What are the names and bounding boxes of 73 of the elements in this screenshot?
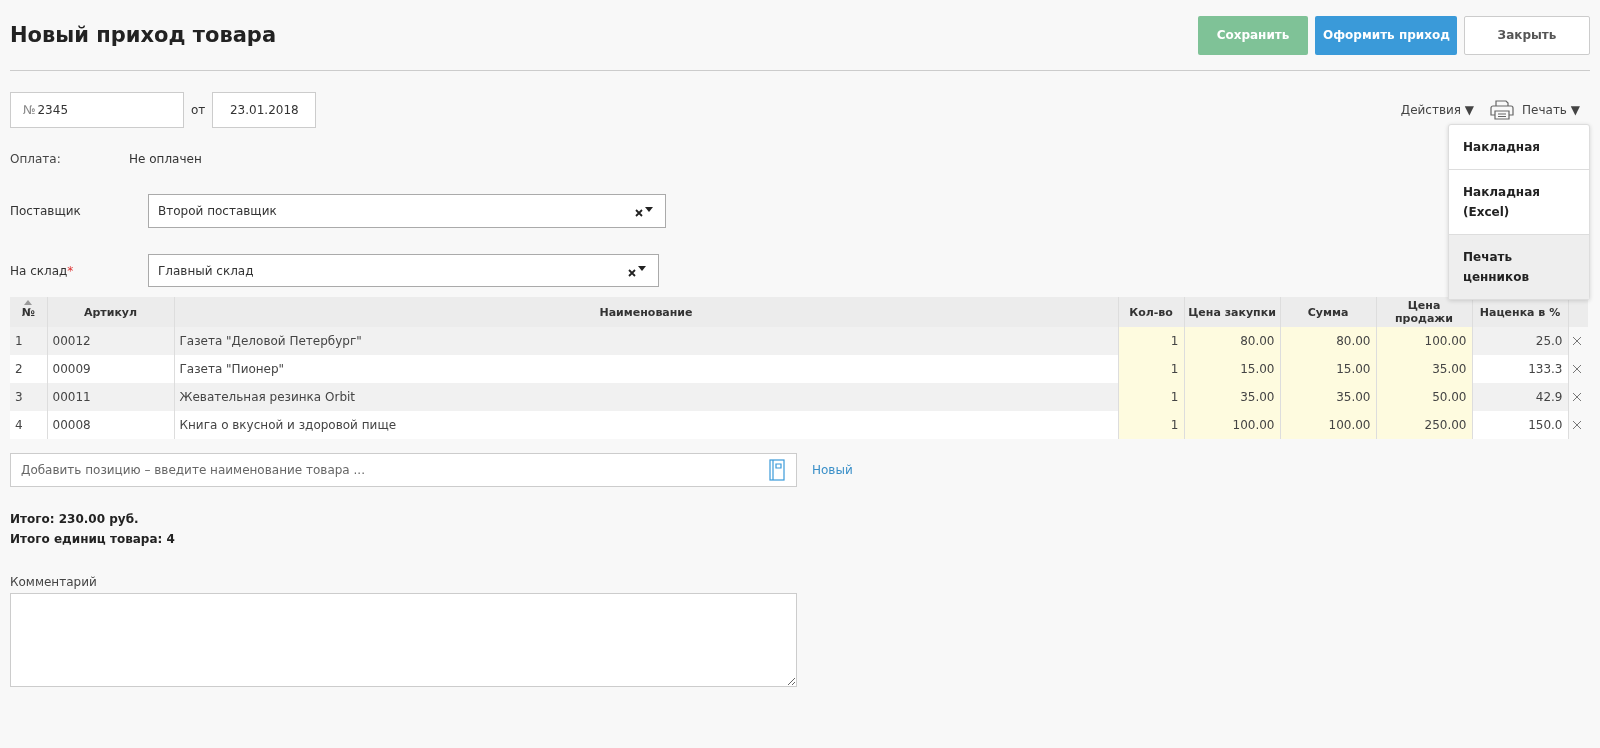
table-cell: 1 <box>10 327 47 355</box>
comment-field[interactable] <box>10 593 797 687</box>
table-cell: 35.00 <box>1376 355 1472 383</box>
field-label: На склад <box>10 263 68 278</box>
delete-icon[interactable] <box>1571 364 1582 374</box>
required-mark: * <box>67 263 74 278</box>
column-header[interactable]: Наименование <box>174 297 1118 327</box>
table-cell: 42.9 <box>1472 383 1568 411</box>
table-cell: 00011 <box>47 383 174 411</box>
book-icon[interactable] <box>769 459 785 481</box>
caret-icon[interactable] <box>638 266 646 271</box>
column-header[interactable]: Артикул <box>47 297 174 327</box>
table-cell: 00012 <box>47 327 174 355</box>
payment-label: Оплата: <box>10 152 62 166</box>
date-field[interactable]: 23.01.2018 <box>212 92 317 128</box>
column-header[interactable]: Цена продажи <box>1376 297 1472 327</box>
select-field[interactable]: Второй поставщик <box>148 194 666 228</box>
table-cell: 35.00 <box>1184 383 1280 411</box>
printer-icon[interactable] <box>1490 100 1515 120</box>
table-cell: 35.00 <box>1280 383 1376 411</box>
clear-icon[interactable] <box>635 209 643 217</box>
page-title: Новый приход товара <box>10 23 277 47</box>
select-field[interactable]: Главный склад <box>148 254 659 287</box>
column-header[interactable]: Сумма <box>1280 297 1376 327</box>
delete-icon[interactable] <box>1571 392 1582 402</box>
delete-icon[interactable] <box>1571 420 1582 430</box>
table-cell: 1 <box>1118 411 1184 439</box>
table-cell: 100.00 <box>1376 327 1472 355</box>
table-cell: 15.00 <box>1280 355 1376 383</box>
table-cell: Жевательная резинка Orbit <box>174 383 1118 411</box>
caret-icon[interactable] <box>645 206 653 212</box>
table-cell: Книга о вкусной и здоровой пище <box>174 411 1118 439</box>
number-field[interactable]: № 2345 <box>10 92 184 128</box>
action-button[interactable]: Закрыть <box>1464 15 1590 55</box>
sort-icon <box>24 300 32 305</box>
add-item-field[interactable]: Добавить позицию – введите наименование товара ... <box>10 453 797 487</box>
table-cell: 2 <box>10 355 47 383</box>
column-header[interactable]: № <box>10 297 47 327</box>
table-cell: 15.00 <box>1184 355 1280 383</box>
number-sign: № <box>23 103 36 117</box>
actions-dropdown[interactable]: Действия ▼ <box>1400 103 1475 117</box>
table-cell: Газета "Пионер" <box>174 355 1118 383</box>
payment-status: Не оплачен <box>129 152 202 166</box>
clear-icon[interactable] <box>628 268 636 277</box>
table-cell: 133.3 <box>1472 355 1568 383</box>
menu-item[interactable]: Печать ценников <box>1449 235 1589 299</box>
table-cell: 1 <box>1118 355 1184 383</box>
table-cell: 00008 <box>47 411 174 439</box>
table-cell: 250.00 <box>1376 411 1472 439</box>
number-value: 2345 <box>37 103 69 117</box>
column-header[interactable]: Кол-во <box>1118 297 1184 327</box>
table-cell: 25.0 <box>1472 327 1568 355</box>
table-cell: 50.00 <box>1376 383 1472 411</box>
date-label: от <box>191 103 206 117</box>
table-cell: 80.00 <box>1184 327 1280 355</box>
comment-label: Комментарий <box>10 575 98 589</box>
table-cell: 100.00 <box>1184 411 1280 439</box>
table-cell: 00009 <box>47 355 174 383</box>
table-cell: Газета "Деловой Петербург" <box>174 327 1118 355</box>
table-cell: 80.00 <box>1280 327 1376 355</box>
delete-icon[interactable] <box>1571 336 1582 346</box>
table-cell: 3 <box>10 383 47 411</box>
table-cell: 150.0 <box>1472 411 1568 439</box>
column-header[interactable]: Цена закупки <box>1184 297 1280 327</box>
table-cell: 4 <box>10 411 47 439</box>
print-dropdown[interactable]: Печать ▼ <box>1522 103 1580 117</box>
table-cell: 1 <box>1118 383 1184 411</box>
table-cell: 1 <box>1118 327 1184 355</box>
total-text: Итого единиц товара: 4 <box>10 531 176 548</box>
menu-item[interactable]: Накладная <box>1449 125 1589 170</box>
field-label: Поставщик <box>10 204 81 218</box>
total-text: Итого: 230.00 руб. <box>10 511 140 528</box>
table-cell: 100.00 <box>1280 411 1376 439</box>
